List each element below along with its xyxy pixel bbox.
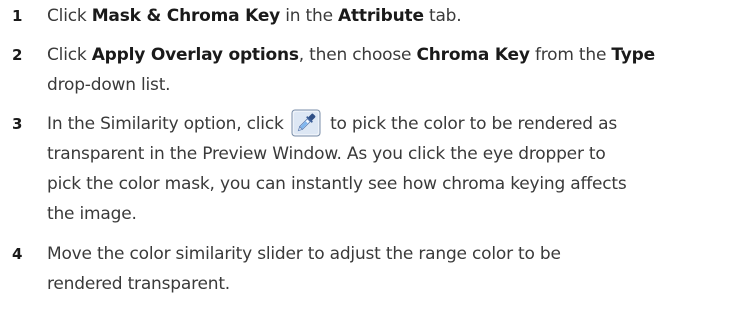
ui-term-attribute: Attribute xyxy=(338,6,424,26)
step-text: In the Similarity option, click to pick … xyxy=(47,109,736,229)
ui-term-mask-chroma-key: Mask & Chroma Key xyxy=(91,6,281,26)
step-text: Click Mask & Chroma Key in the Attribute… xyxy=(47,6,462,26)
step-text: Move the color similarity slider to adju… xyxy=(47,244,561,294)
step-text: Click Apply Overlay options, then choose… xyxy=(47,45,655,95)
ui-term-type: Type xyxy=(611,45,655,65)
eyedropper-icon xyxy=(291,109,321,137)
step-number: 1 xyxy=(12,7,23,25)
step-number: 4 xyxy=(12,245,23,263)
ui-term-apply-overlay-options: Apply Overlay options xyxy=(91,45,299,65)
step-number: 3 xyxy=(12,115,23,133)
instruction-steps: 1 Click Mask & Chroma Key in the Attribu… xyxy=(0,0,740,325)
ui-term-chroma-key: Chroma Key xyxy=(416,45,530,65)
step-number: 2 xyxy=(12,46,23,64)
